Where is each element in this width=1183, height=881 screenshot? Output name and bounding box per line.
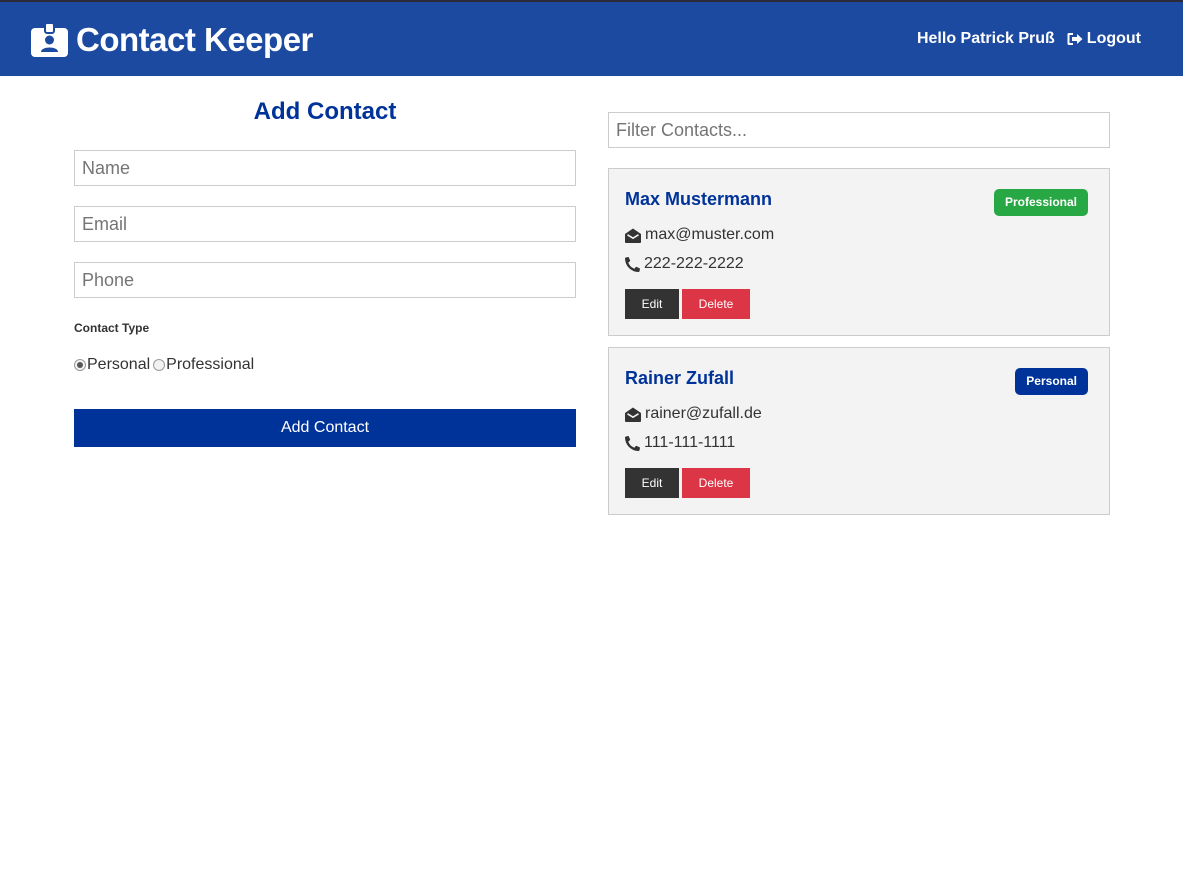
delete-button[interactable]: Delete (682, 289, 750, 319)
app-title: Contact Keeper (76, 21, 313, 58)
contact-type-badge: Personal (1015, 368, 1088, 395)
contact-type-badge: Professional (993, 189, 1088, 216)
edit-button[interactable]: Edit (625, 468, 679, 498)
contacts-panel: Max Mustermann Professional max@muster.c… (608, 112, 1110, 515)
phone-input[interactable] (74, 262, 576, 298)
contact-email: max@muster.com (645, 226, 775, 243)
contact-card: Rainer Zufall Personal rainer@zufall.de … (608, 347, 1110, 515)
user-greeting: Hello Patrick Pruß (916, 30, 1055, 47)
contact-email: rainer@zufall.de (645, 405, 762, 422)
professional-radio[interactable] (153, 359, 166, 371)
professional-radio-label[interactable]: Professional (166, 356, 254, 374)
add-contact-button[interactable]: Add Contact (74, 409, 576, 447)
phone-icon (625, 435, 640, 451)
filter-contacts-input[interactable] (608, 112, 1110, 148)
nav-user-area: Hello Patrick Pruß Logout (917, 30, 1141, 48)
envelope-open-icon (625, 228, 641, 243)
contact-type-label: Contact Type (74, 321, 150, 335)
contact-card: Max Mustermann Professional max@muster.c… (608, 168, 1110, 336)
id-badge-icon (31, 22, 68, 57)
sign-out-icon (1067, 33, 1083, 45)
contact-email-line: rainer@zufall.de (625, 405, 762, 423)
navbar: Contact Keeper Hello Patrick Pruß Logout (0, 0, 1183, 76)
brand[interactable]: Contact Keeper (31, 22, 313, 58)
contact-name: Max Mustermann (625, 189, 773, 209)
contact-phone: 111-111-1111 (644, 434, 736, 451)
contact-type-radios: Personal Professional (74, 356, 254, 374)
contact-email-line: max@muster.com (625, 226, 774, 244)
envelope-open-icon (625, 407, 641, 422)
edit-button[interactable]: Edit (625, 289, 679, 319)
form-title: Add Contact (253, 98, 397, 125)
logout-label: Logout (1086, 30, 1141, 47)
contact-phone-line: 222-222-2222 (625, 255, 744, 273)
contact-phone-line: 111-111-1111 (625, 434, 735, 452)
name-input[interactable] (74, 150, 576, 186)
phone-icon (625, 256, 640, 272)
contact-phone: 222-222-2222 (644, 255, 744, 272)
add-contact-form: Add Contact Contact Type Personal Profes… (74, 96, 576, 447)
delete-button[interactable]: Delete (682, 468, 750, 498)
contact-name: Rainer Zufall (625, 368, 735, 388)
email-input[interactable] (74, 206, 576, 242)
logout-link[interactable]: Logout (1067, 30, 1141, 48)
personal-radio[interactable] (74, 359, 86, 371)
personal-radio-label[interactable]: Personal (87, 356, 150, 374)
